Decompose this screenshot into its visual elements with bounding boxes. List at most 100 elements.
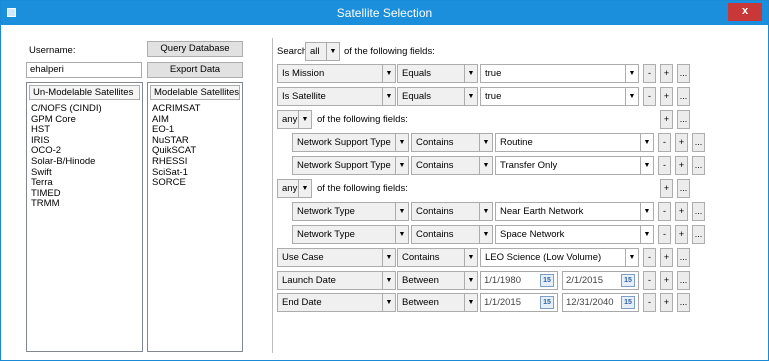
add-row-button[interactable]: + [660,293,673,312]
date-value: 12/31/2040 [566,297,614,308]
modelable-satellites-list[interactable]: Modelable Satellites ACRIMSAT AIM EO-1 NuST… [147,82,243,352]
operator-value: Equals [402,68,432,79]
operator-value: Between [402,297,439,308]
remove-row-button[interactable]: - [643,248,656,267]
group2-label: of the following fields: [317,183,408,194]
remove-row-button[interactable]: - [658,225,671,244]
group2-add-button[interactable]: + [660,179,673,198]
query-database-button[interactable]: Query Database [147,41,243,57]
field-select-network-type-1[interactable]: Network Type ▼ [292,202,409,221]
value-select-network-support-type-1[interactable]: Routine ▼ [495,133,654,152]
end-date-to[interactable]: 12/31/2040 15 [562,293,639,312]
more-options-button[interactable]: ... [692,156,705,175]
list-item[interactable]: TRMM [31,199,102,210]
field-select-network-support-type-1[interactable]: Network Support Type ▼ [292,133,409,152]
chevron-down-icon: ▼ [382,88,395,105]
add-row-button[interactable]: + [660,87,673,106]
group1-more-button[interactable]: ... [677,110,690,129]
more-options-button[interactable]: ... [677,248,690,267]
unmodelable-header[interactable]: Un-Modelable Satellites [29,85,140,100]
calendar-icon[interactable]: 15 [540,296,554,309]
add-row-button[interactable]: + [675,225,688,244]
add-row-button[interactable]: + [675,133,688,152]
end-date-from[interactable]: 1/1/2015 15 [480,293,558,312]
field-select-network-support-type-2[interactable]: Network Support Type ▼ [292,156,409,175]
add-row-button[interactable]: + [675,156,688,175]
group2-more-button[interactable]: ... [677,179,690,198]
remove-row-button[interactable]: - [658,133,671,152]
more-options-button[interactable]: ... [677,87,690,106]
list-item[interactable]: SORCE [152,178,200,189]
operator-select-network-support-type-1[interactable]: Contains ▼ [411,133,493,152]
more-options-button[interactable]: ... [677,271,690,290]
chevron-down-icon: ▼ [326,43,339,60]
search-scope-select[interactable]: all ▼ [305,42,340,61]
field-value: Is Satellite [282,91,326,102]
launch-date-from[interactable]: 1/1/1980 15 [480,271,558,290]
remove-row-button[interactable]: - [643,64,656,83]
more-options-button[interactable]: ... [677,293,690,312]
chevron-down-icon: ▼ [479,226,492,243]
value-select-network-type-2[interactable]: Space Network ▼ [495,225,654,244]
list-item[interactable]: ACRIMSAT [152,103,200,115]
modelable-header[interactable]: Modelable Satellites [150,85,240,100]
operator-select-network-support-type-2[interactable]: Contains ▼ [411,156,493,175]
calendar-icon[interactable]: 15 [540,274,554,287]
list-item[interactable]: RHESSI [152,156,200,168]
group1-scope-select[interactable]: any ▼ [277,110,312,129]
chevron-down-icon: ▼ [382,65,395,82]
field-select-is-mission[interactable]: Is Mission ▼ [277,64,396,83]
calendar-icon[interactable]: 15 [621,296,635,309]
date-value: 1/1/1980 [484,275,521,286]
close-button[interactable]: x [728,3,762,21]
chevron-down-icon: ▼ [298,180,311,197]
chevron-down-icon: ▼ [464,249,477,266]
field-select-is-satellite[interactable]: Is Satellite ▼ [277,87,396,106]
operator-value: Contains [402,252,440,263]
add-row-button[interactable]: + [660,271,673,290]
value-select-network-type-1[interactable]: Near Earth Network ▼ [495,202,654,221]
value-select-is-satellite[interactable]: true ▼ [480,87,639,106]
remove-row-button[interactable]: - [643,293,656,312]
calendar-icon[interactable]: 15 [621,274,635,287]
field-select-use-case[interactable]: Use Case ▼ [277,248,396,267]
operator-select-network-type-2[interactable]: Contains ▼ [411,225,493,244]
more-options-button[interactable]: ... [677,64,690,83]
group1-add-button[interactable]: + [660,110,673,129]
more-options-button[interactable]: ... [692,202,705,221]
operator-select-end-date[interactable]: Between ▼ [397,293,478,312]
add-row-button[interactable]: + [660,248,673,267]
operator-select-is-mission[interactable]: Equals ▼ [397,64,478,83]
list-item[interactable]: C/NOFS (CINDI) [31,103,102,115]
value-select-is-mission[interactable]: true ▼ [480,64,639,83]
unmodelable-satellites-list[interactable]: Un-Modelable Satellites C/NOFS (CINDI) GP… [26,82,143,352]
field-select-network-type-2[interactable]: Network Type ▼ [292,225,409,244]
value-text: Near Earth Network [500,206,584,217]
remove-row-button[interactable]: - [658,156,671,175]
field-select-end-date[interactable]: End Date ▼ [277,293,396,312]
chevron-down-icon: ▼ [464,272,477,289]
value-select-network-support-type-2[interactable]: Transfer Only ▼ [495,156,654,175]
username-field[interactable]: ehalperi [26,62,142,78]
field-value: End Date [282,297,322,308]
group2-scope-select[interactable]: any ▼ [277,179,312,198]
export-data-button[interactable]: Export Data [147,62,243,78]
add-row-button[interactable]: + [660,64,673,83]
window-title: Satellite Selection [336,6,433,20]
launch-date-to[interactable]: 2/1/2015 15 [562,271,639,290]
more-options-button[interactable]: ... [692,133,705,152]
value-select-use-case[interactable]: LEO Science (Low Volume) ▼ [480,248,639,267]
operator-select-launch-date[interactable]: Between ▼ [397,271,478,290]
operator-select-network-type-1[interactable]: Contains ▼ [411,202,493,221]
operator-select-use-case[interactable]: Contains ▼ [397,248,478,267]
list-item[interactable]: Solar-B/Hinode [31,156,102,168]
remove-row-button[interactable]: - [643,271,656,290]
remove-row-button[interactable]: - [643,87,656,106]
date-value: 2/1/2015 [566,275,603,286]
more-options-button[interactable]: ... [692,225,705,244]
add-row-button[interactable]: + [675,202,688,221]
field-select-launch-date[interactable]: Launch Date ▼ [277,271,396,290]
operator-select-is-satellite[interactable]: Equals ▼ [397,87,478,106]
remove-row-button[interactable]: - [658,202,671,221]
search-label: Search [277,46,308,57]
